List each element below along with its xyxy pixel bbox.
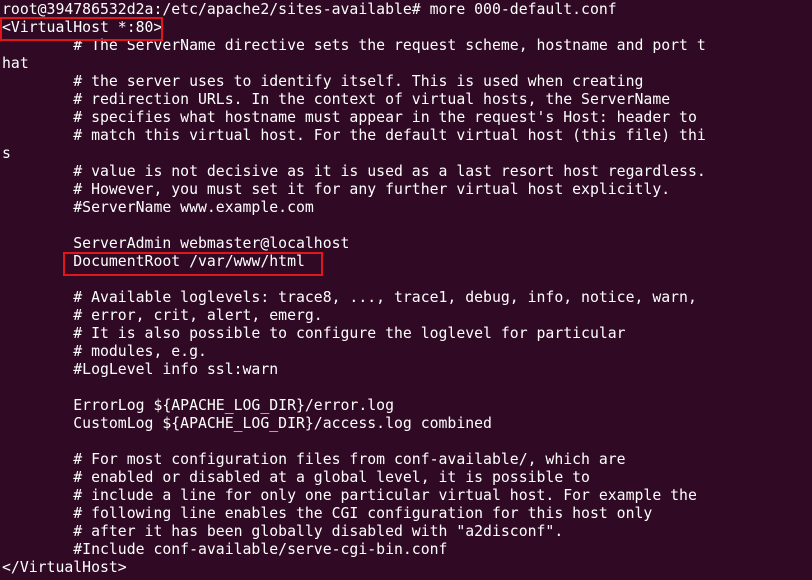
terminal-window[interactable]: root@394786532d2a:/etc/apache2/sites-ava… bbox=[0, 0, 812, 580]
terminal-line: # It is also possible to configure the l… bbox=[2, 325, 626, 342]
terminal-line: # following line enables the CGI configu… bbox=[2, 505, 653, 522]
terminal-line: # Available loglevels: trace8, ..., trac… bbox=[2, 289, 697, 306]
terminal-line: s bbox=[2, 145, 11, 162]
terminal-line: # modules, e.g. bbox=[2, 343, 207, 360]
terminal-line-loglevel: #LogLevel info ssl:warn bbox=[2, 361, 279, 378]
terminal-line: # However, you must set it for any furth… bbox=[2, 181, 671, 198]
terminal-line: hat bbox=[2, 55, 29, 72]
terminal-line: # enabled or disabled at a global level,… bbox=[2, 469, 590, 486]
terminal-line: # the server uses to identify itself. Th… bbox=[2, 73, 644, 90]
terminal-line: # redirection URLs. In the context of vi… bbox=[2, 91, 671, 108]
terminal-line-customlog: CustomLog ${APACHE_LOG_DIR}/access.log c… bbox=[2, 415, 492, 432]
terminal-line-virtualhost-close: </VirtualHost> bbox=[2, 559, 127, 576]
terminal-line: # error, crit, alert, emerg. bbox=[2, 307, 323, 324]
terminal-line-serveradmin: ServerAdmin webmaster@localhost bbox=[2, 235, 350, 252]
terminal-line: # For most configuration files from conf… bbox=[2, 451, 626, 468]
terminal-line-include: #Include conf-available/serve-cgi-bin.co… bbox=[2, 541, 448, 558]
terminal-line: # include a line for only one particular… bbox=[2, 487, 697, 504]
terminal-line-errorlog: ErrorLog ${APACHE_LOG_DIR}/error.log bbox=[2, 397, 394, 414]
highlight-box-virtualhost bbox=[0, 17, 163, 41]
terminal-line-servername: #ServerName www.example.com bbox=[2, 199, 314, 216]
terminal-line: # match this virtual host. For the defau… bbox=[2, 127, 706, 144]
terminal-line: # specifies what hostname must appear in… bbox=[2, 109, 697, 126]
highlight-box-documentroot bbox=[63, 252, 323, 276]
terminal-line: # after it has been globally disabled wi… bbox=[2, 523, 564, 540]
terminal-line: # value is not decisive as it is used as… bbox=[2, 163, 706, 180]
